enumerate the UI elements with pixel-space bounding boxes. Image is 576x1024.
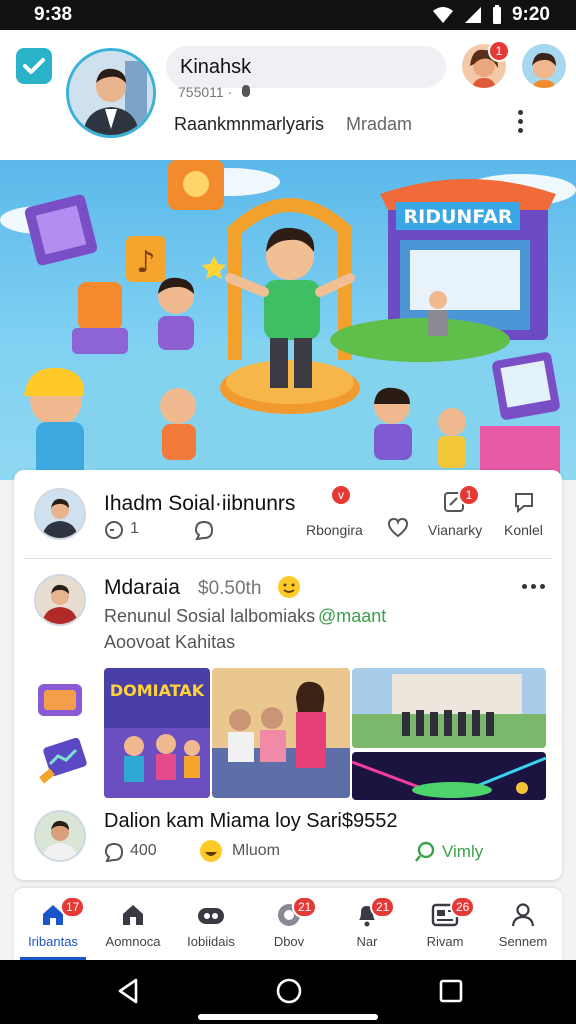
status-bar: 9:38 9:20: [0, 0, 576, 30]
heart-icon[interactable]: [386, 516, 410, 540]
app-header: 755011 · Raankmnmarlyaris Mradam 1: [0, 30, 576, 160]
groups-icon: [198, 908, 224, 924]
wifi-icon: [432, 7, 453, 23]
battery-icon: [492, 5, 501, 24]
search-input[interactable]: [180, 55, 445, 79]
store-icon: [123, 905, 143, 925]
search-bar[interactable]: [166, 46, 446, 88]
notification-badge: 1: [488, 40, 510, 62]
header-role: Mradam: [346, 114, 413, 134]
chart-screen-icon[interactable]: [36, 738, 90, 790]
nav-label: Sennem: [498, 934, 548, 949]
status-time: 9:38: [34, 4, 73, 25]
nav-badge: 21: [370, 896, 396, 918]
bookmark-icon[interactable]: [512, 490, 536, 514]
header-subline: 755011 ·: [178, 84, 252, 100]
nav-label: Iobiidais: [187, 934, 235, 949]
nav-badge: 26: [450, 896, 476, 918]
media-thumbnail-2[interactable]: [212, 668, 350, 798]
laughing-emoji-icon: [200, 840, 222, 862]
comment-icon[interactable]: [192, 518, 216, 542]
post-more-button[interactable]: [522, 584, 545, 589]
nav-label: Nar: [356, 934, 378, 949]
man-avatar-icon: [36, 490, 84, 538]
feed-card: Ihadm Soial·iibnunrs v 1 Rbongira 1 Vian…: [14, 470, 562, 880]
person-icon: [511, 903, 535, 927]
nav-item-video[interactable]: Dbov: [250, 888, 328, 960]
check-button[interactable]: [16, 48, 52, 84]
action-label-3[interactable]: Konlel: [504, 522, 543, 538]
bottom-navigation: Iribantas 17 Aomnoca Iobiidais Dbov 21 N…: [14, 888, 562, 960]
hero-banner: ♪ RIDUNFAR: [0, 160, 576, 480]
post-meta-extra: Mluom: [232, 842, 281, 859]
school-crowd-image: [352, 668, 546, 748]
person-portrait-icon: [69, 51, 153, 135]
nav-label: Rivam: [426, 934, 464, 949]
post-title: Mdaraia: [104, 576, 180, 599]
checkmark-icon: [23, 58, 45, 74]
share-badge: 1: [458, 484, 480, 506]
nav-badge: 21: [292, 896, 318, 918]
gesture-handle[interactable]: [198, 1014, 378, 1020]
home-circle-icon[interactable]: [274, 976, 304, 1006]
svg-text:♪: ♪: [136, 245, 155, 280]
more-options-button[interactable]: [518, 110, 523, 133]
action-label-2[interactable]: Vianarky: [428, 522, 482, 538]
post-title: Ihadm Soial·iibnunrs: [104, 492, 296, 515]
media-thumbnail-4[interactable]: [352, 752, 546, 800]
nav-item-notifications[interactable]: Nar: [328, 888, 406, 960]
post-meta-count: 400: [130, 842, 157, 859]
profile-avatar[interactable]: [66, 48, 156, 138]
post-title-extra: $0.50th: [198, 578, 262, 599]
status-clock: 9:20: [511, 4, 550, 25]
header-name: Raankmnmarlyaris: [174, 114, 325, 134]
family-photo-image: [212, 668, 350, 798]
media-thumbnail-1[interactable]: DOMIATAK: [104, 668, 210, 798]
post-line-2: Aoovoat Kahitas: [104, 632, 236, 652]
post-author-avatar[interactable]: [34, 574, 86, 626]
comment-icon[interactable]: [102, 840, 126, 864]
post-action-label[interactable]: Vimly: [442, 842, 483, 862]
nav-item-market[interactable]: Aomnoca: [94, 888, 172, 960]
search-icon[interactable]: [414, 840, 438, 864]
signal-icon: [464, 7, 481, 23]
smiley-icon: [278, 576, 300, 598]
party-lights-image: [352, 752, 546, 800]
nav-item-groups[interactable]: Iobiidais: [172, 888, 250, 960]
poster-title: DOMIATAK: [110, 681, 205, 700]
media-thumbnail-3[interactable]: [352, 668, 546, 748]
poster-image: DOMIATAK: [104, 668, 210, 798]
recents-icon[interactable]: [436, 976, 466, 1006]
mic-icon: [242, 85, 251, 97]
post-badge: v: [330, 484, 352, 506]
back-icon[interactable]: [114, 976, 142, 1006]
nav-label: Dbov: [273, 934, 305, 949]
post-line-1: Renunul Sosial lalbomiaks: [104, 606, 316, 626]
post-meta-count: 1: [130, 520, 139, 537]
action-label-1[interactable]: Rbongira: [306, 522, 363, 538]
nav-label: Iribantas: [28, 934, 78, 949]
header-sub-text: 755011 ·: [178, 84, 233, 100]
banner-illustration: ♪ RIDUNFAR: [0, 160, 576, 480]
man-avatar-icon: [36, 576, 84, 624]
post-line-1-tag[interactable]: @maant: [318, 606, 386, 627]
chat-bubble-icon[interactable]: [36, 678, 90, 722]
nav-item-profile[interactable]: Sennem: [484, 888, 562, 960]
system-navigation-bar: [0, 960, 576, 1024]
boy-avatar-icon: [522, 44, 566, 88]
clock-icon: [105, 521, 123, 539]
banner-sign: RIDUNFAR: [404, 206, 513, 228]
post-author-avatar[interactable]: [34, 810, 86, 862]
nav-badge: 17: [60, 896, 86, 918]
divider: [24, 558, 552, 559]
friend-avatar-2[interactable]: [522, 44, 566, 88]
post-author-avatar[interactable]: [34, 488, 86, 540]
nav-label: Aomnoca: [105, 934, 161, 949]
man-avatar-icon: [36, 812, 84, 860]
post-title: Dalion kam Miama loy Sari$9552: [104, 810, 398, 832]
